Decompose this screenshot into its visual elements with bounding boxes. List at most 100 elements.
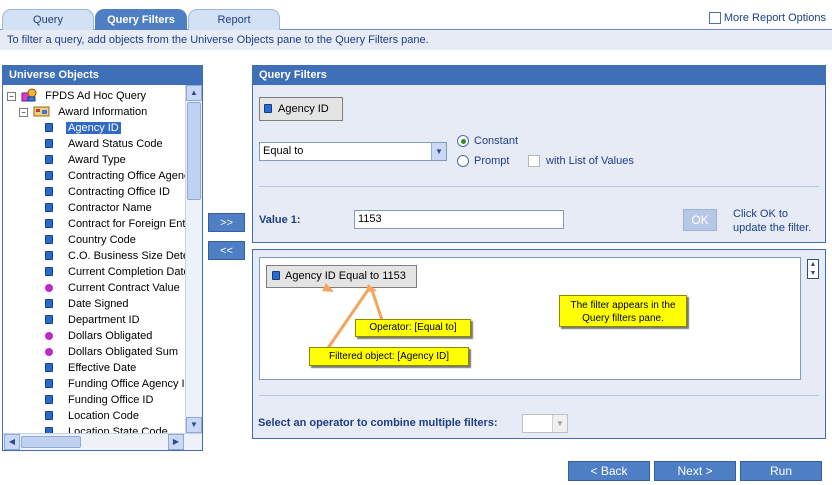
radio-unselected-icon[interactable] [457, 155, 469, 167]
combine-operator-select[interactable]: ▼ [522, 414, 568, 433]
tree-item[interactable]: Contracting Office ID [45, 184, 172, 200]
radio-selected-icon[interactable] [457, 135, 469, 147]
prompt-radio[interactable]: Prompt [457, 155, 509, 167]
next-button[interactable]: Next > [654, 461, 736, 481]
collapse-icon[interactable]: − [19, 108, 28, 117]
callout-operator: Operator: [Equal to] [355, 319, 471, 337]
scroll-thumb[interactable] [187, 102, 201, 200]
tree-item-label: Current Contract Value [68, 282, 180, 294]
tree-item[interactable]: Current Completion Date [45, 264, 186, 280]
tree-folder[interactable]: − Award Information [19, 104, 149, 120]
tree-item[interactable]: Current Contract Value [45, 280, 182, 296]
filter-result-box: Agency ID Equal to 1153 The filter appea… [259, 257, 801, 380]
tree-item[interactable]: Country Code [45, 232, 138, 248]
tree-vertical-scrollbar[interactable]: ▲ ▼ [185, 85, 202, 433]
scroll-left-arrow-icon[interactable]: ◀ [4, 434, 20, 450]
remove-from-filters-button[interactable]: << [208, 241, 245, 260]
more-options-checkbox[interactable] [708, 12, 721, 24]
collapse-icon[interactable]: − [7, 92, 16, 101]
more-report-options[interactable]: More Report Options [708, 10, 826, 26]
scroll-right-arrow-icon[interactable]: ▶ [168, 434, 184, 450]
instruction-text: To filter a query, add objects from the … [0, 30, 832, 50]
tree-item[interactable]: C.O. Business Size Dete [45, 248, 186, 264]
tree-item-label: Dollars Obligated Sum [68, 346, 179, 358]
dimension-icon [45, 251, 53, 260]
tree-item[interactable]: Award Type [45, 152, 128, 168]
ok-hint-line-2: update the filter. [733, 222, 812, 234]
tree-item-label: Funding Office ID [68, 394, 154, 406]
tree-item[interactable]: Funding Office Agency II [45, 376, 186, 392]
tree-item[interactable]: Contracting Office Agenc [45, 168, 186, 184]
chevron-down-icon[interactable]: ▼ [552, 415, 567, 432]
scroll-down-arrow-icon[interactable]: ▼ [186, 417, 202, 433]
tab-query[interactable]: Query [2, 9, 94, 30]
tree-item[interactable]: Date Signed [45, 296, 131, 312]
class-folder-icon [33, 106, 50, 117]
tree-item[interactable]: Agency ID [45, 120, 121, 136]
dimension-icon [45, 395, 53, 404]
tree-item[interactable]: Contract for Foreign Entit [45, 216, 186, 232]
value-label: Value 1: [259, 214, 301, 226]
add-to-filters-button[interactable]: >> [208, 213, 245, 232]
tab-bar: Query Query Filters Report [0, 9, 832, 30]
back-button[interactable]: < Back [568, 461, 650, 481]
tree-item[interactable]: Dollars Obligated Sum [45, 344, 180, 360]
reorder-arrows-icon[interactable]: ▲ ▼ [807, 259, 819, 279]
tree-item-label: Contractor Name [68, 202, 152, 214]
tree-item[interactable]: Location Code [45, 408, 141, 424]
tree-item[interactable]: Funding Office ID [45, 392, 155, 408]
tree-horizontal-scrollbar[interactable]: ◀ ▶ [3, 433, 202, 450]
filter-object-button[interactable]: Agency ID [259, 97, 343, 121]
tree-item-label: Funding Office Agency II [68, 378, 186, 390]
checkbox-icon[interactable] [528, 155, 540, 167]
constant-label: Constant [474, 135, 519, 147]
constant-radio[interactable]: Constant [457, 135, 518, 147]
tree-item-label: Award Type [68, 154, 126, 166]
chevron-down-icon[interactable]: ▼ [431, 143, 446, 160]
ok-button[interactable]: OK [683, 209, 717, 231]
tree-item[interactable]: Dollars Obligated [45, 328, 154, 344]
operator-value: Equal to [263, 145, 304, 157]
tree-item-label: Current Completion Date [68, 266, 186, 278]
tree-item-label: Department ID [68, 314, 140, 326]
measure-icon [45, 332, 53, 340]
tree-item-label: C.O. Business Size Dete [68, 250, 186, 262]
horizontal-scroll-thumb[interactable] [21, 436, 81, 448]
callout-filtered-object: Filtered object: [Agency ID] [309, 347, 469, 366]
divider [259, 186, 819, 187]
query-filters-title: Query Filters [253, 66, 825, 85]
measure-icon [45, 284, 53, 292]
tree-item-label: Effective Date [68, 362, 137, 374]
tree-item-label: Contracting Office Agenc [68, 170, 186, 182]
value-input[interactable]: 1153 [354, 210, 564, 229]
tree-item-label: Contract for Foreign Entit [68, 218, 186, 230]
prompt-label: Prompt [474, 155, 510, 167]
dimension-icon [45, 411, 53, 420]
tree-folder-label: Award Information [58, 106, 148, 118]
ok-hint-line-1: Click OK to [733, 208, 789, 220]
tree-root-label: FPDS Ad Hoc Query [45, 90, 146, 102]
callout-arrow-operator [370, 289, 384, 321]
run-button[interactable]: Run [740, 461, 822, 481]
callout-filter-appears: The filter appears in the Query filters … [559, 295, 687, 327]
query-filters-pane: Query Filters Agency ID Equal to ▼ Const… [252, 65, 826, 243]
operator-select[interactable]: Equal to ▼ [259, 142, 447, 161]
more-options-label: More Report Options [723, 12, 826, 24]
dimension-icon [264, 104, 272, 113]
dimension-icon [45, 139, 53, 148]
tree-item-label: Country Code [68, 234, 136, 246]
universe-objects-title: Universe Objects [3, 66, 202, 85]
tree-item[interactable]: Contractor Name [45, 200, 154, 216]
tree-item-label: Date Signed [68, 298, 129, 310]
ok-hint: Click OK to update the filter. [733, 207, 811, 235]
dimension-icon [45, 315, 53, 324]
tree-root[interactable]: − FPDS Ad Hoc Query [7, 88, 148, 104]
scroll-up-arrow-icon[interactable]: ▲ [186, 85, 202, 101]
tab-query-filters[interactable]: Query Filters [95, 9, 187, 30]
tree-item[interactable]: Department ID [45, 312, 142, 328]
tab-report[interactable]: Report [188, 9, 280, 30]
list-of-values-checkbox[interactable]: with List of Values [528, 155, 634, 167]
tree-item[interactable]: Effective Date [45, 360, 138, 376]
tree-item[interactable]: Award Status Code [45, 136, 165, 152]
universe-tree: − FPDS Ad Hoc Query − Award Information … [3, 85, 186, 435]
